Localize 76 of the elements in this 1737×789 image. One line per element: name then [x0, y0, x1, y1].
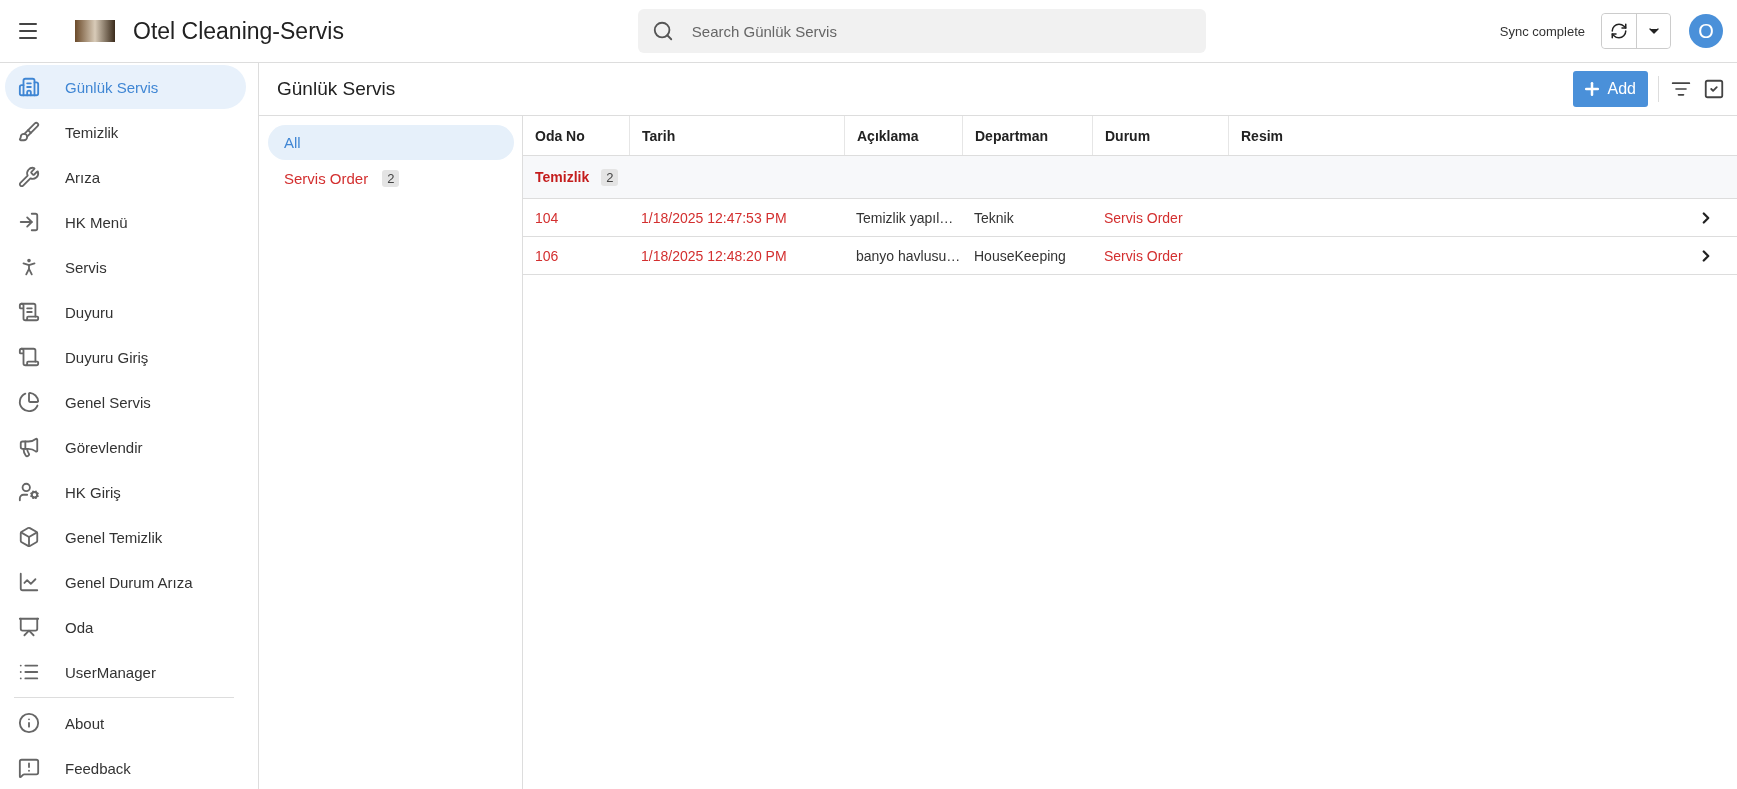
sidebar-item[interactable]: Görevlendir	[5, 425, 246, 469]
sidebar-item[interactable]: HK Giriş	[5, 470, 246, 514]
feedback-icon	[18, 757, 40, 779]
building-icon	[18, 76, 40, 98]
table-cell-text: 1/18/2025 12:47:53 PM	[640, 209, 788, 226]
sidebar-label: Görevlendir	[65, 438, 143, 456]
column-header[interactable]: Oda No	[523, 116, 629, 155]
brush-icon	[18, 121, 40, 143]
table-cell-text: Temizlik yapıl…	[855, 209, 955, 226]
sidebar-item[interactable]: Duyuru Giriş	[5, 335, 246, 379]
scroll-icon	[18, 301, 40, 323]
sidebar-item[interactable]: Arıza	[5, 155, 246, 199]
box-icon	[18, 526, 40, 548]
sidebar-item[interactable]: Genel Temizlik	[5, 515, 246, 559]
sidebar-item[interactable]: Servis	[5, 245, 246, 289]
count-badge: 2	[382, 170, 400, 187]
table-cell-text: 1/18/2025 12:48:20 PM	[640, 247, 788, 264]
sidebar-item[interactable]: Oda	[5, 605, 246, 649]
sidebar-label: About	[65, 714, 105, 732]
column-header[interactable]: Durum	[1092, 116, 1228, 155]
sidebar-label: HK Menü	[65, 213, 128, 231]
sidebar-label: Günlük Servis	[65, 78, 159, 96]
sidebar-item[interactable]: UserManager	[5, 650, 246, 694]
table-cell-text: Teknik	[973, 209, 1015, 226]
sidebar-label: Duyuru Giriş	[65, 348, 149, 366]
login-icon	[18, 211, 40, 233]
search-icon	[651, 20, 674, 42]
group-label: Temizlik	[535, 169, 590, 185]
sidebar-item[interactable]: Genel Durum Arıza	[5, 560, 246, 604]
table-cell-text: Servis Order	[1103, 209, 1184, 226]
sidebar-label: Duyuru	[65, 303, 114, 321]
sidebar-label: UserManager	[65, 663, 156, 681]
page-title: Günlük Servis	[277, 78, 396, 100]
sidebar-item[interactable]: About	[5, 701, 246, 745]
sidebar-label: Genel Durum Arıza	[65, 573, 193, 591]
filter-label: Servis Order	[284, 170, 369, 187]
wrench-icon	[18, 166, 40, 188]
sidebar-label: Oda	[65, 618, 94, 636]
table-cell-text: banyo havlusu…	[855, 247, 962, 264]
sidebar-item[interactable]: Temizlik	[5, 110, 246, 154]
table-cell-text: 106	[534, 247, 560, 264]
filter-icon[interactable]	[1671, 79, 1691, 99]
sidebar-label: Temizlik	[65, 123, 119, 141]
sidebar-label: HK Giriş	[65, 483, 121, 501]
app-title: Otel Cleaning-Servis	[133, 17, 344, 45]
megaphone-icon	[18, 436, 40, 458]
photo-placeholder	[75, 20, 115, 42]
filter-label: All	[284, 134, 301, 151]
sidebar-item[interactable]: Genel Servis	[5, 380, 246, 424]
sidebar-item[interactable]: Duyuru	[5, 290, 246, 334]
sidebar-label: Genel Temizlik	[65, 528, 163, 546]
sidebar-label: Servis	[65, 258, 107, 276]
sidebar-label: Genel Servis	[65, 393, 151, 411]
table-cell-text: HouseKeeping	[973, 247, 1067, 264]
count-badge: 2	[601, 168, 619, 186]
column-header[interactable]: Resim	[1228, 116, 1697, 155]
column-header[interactable]: Departman	[962, 116, 1092, 155]
column-header[interactable]: Tarih	[629, 116, 844, 155]
line-chart-icon	[18, 571, 40, 593]
sidebar-item[interactable]: Feedback	[5, 746, 246, 789]
filter-item[interactable]: Servis Order 2	[268, 161, 514, 196]
scroll-icon	[18, 346, 40, 368]
info-icon	[18, 712, 40, 734]
pie-chart-icon	[18, 391, 40, 413]
column-header[interactable]: Açıklama	[844, 116, 962, 155]
sidebar-label: Arıza	[65, 168, 100, 186]
presentation-icon	[18, 616, 40, 638]
checkbox-icon[interactable]	[1703, 78, 1725, 100]
table-cell-text: Servis Order	[1103, 247, 1184, 264]
sync-status: Sync complete	[1499, 23, 1585, 39]
table-cell-text: 104	[534, 209, 560, 226]
user-gear-icon	[18, 481, 40, 503]
sidebar-label: Feedback	[65, 759, 131, 777]
refresh-icon	[1610, 22, 1628, 40]
sidebar-item[interactable]: HK Menü	[5, 200, 246, 244]
search-field[interactable]: Search Günlük Servis	[637, 9, 1206, 53]
